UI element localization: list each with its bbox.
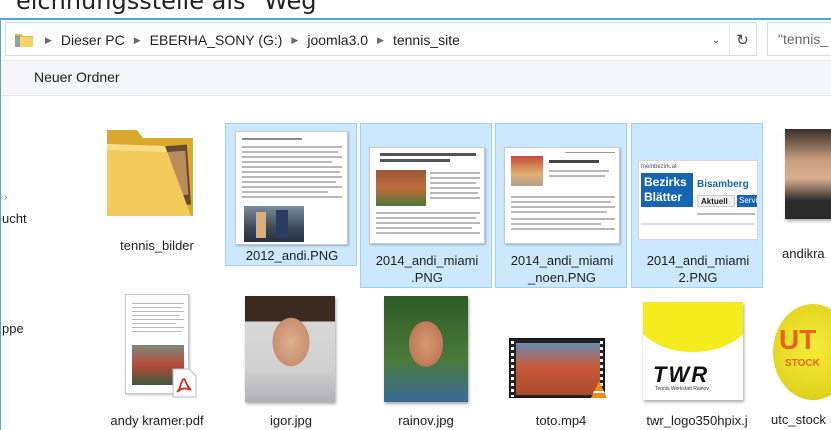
bezirksblaetter-thumbnail: meinbezirk.at Bezirks Blätter Bisamberg … xyxy=(638,160,758,240)
file-item-twr-logo[interactable]: TWR Tennis Werkstatt Rainov twr_logo350h… xyxy=(631,284,763,430)
file-item-rainov-jpg[interactable]: rainov.jpg xyxy=(360,284,492,430)
logo-text-twr-sub: Tennis Werkstatt Rainov xyxy=(655,386,709,392)
logo-thumbnail: TWR Tennis Werkstatt Rainov xyxy=(643,302,743,400)
explorer-window: ▶ Dieser PC ▶ EBERHA_SONY (G:) ▶ joomla3… xyxy=(0,18,831,430)
file-item-utc-stock[interactable]: UT STOCK utc_stock ( xyxy=(765,284,831,430)
file-name-line-1: twr_logo350hpix.j xyxy=(646,413,748,428)
file-item-toto-mp4[interactable]: toto.mp4 xyxy=(495,284,627,430)
logo-text-stock: STOCK xyxy=(785,358,820,369)
file-list: tennis_bilder 2012_andi.PNG 2014_andi_mi… xyxy=(71,96,831,430)
photo-thumbnail xyxy=(384,296,468,402)
logo-box: Bezirks Blätter xyxy=(641,173,693,207)
file-name: rainov.jpg xyxy=(398,413,454,428)
file-item-2014-andi-miami[interactable]: 2014_andi_miami .PNG xyxy=(360,123,492,288)
file-name: andikra xyxy=(782,246,825,261)
nav-item-gruppe[interactable]: ppe xyxy=(2,321,24,336)
file-name: toto.mp4 xyxy=(535,413,587,428)
photo-thumbnail xyxy=(245,296,335,402)
address-row: ▶ Dieser PC ▶ EBERHA_SONY (G:) ▶ joomla3… xyxy=(1,20,831,60)
search-input[interactable]: "tennis_ xyxy=(767,22,831,56)
vlc-cone-icon xyxy=(591,381,607,398)
navigation-pane: › ucht ppe xyxy=(1,96,71,430)
top-caption-crop: eichnungsstelle als "Weg" xyxy=(0,0,831,18)
command-bar: Neuer Ordner xyxy=(1,60,831,96)
file-name: 2012_andi.PNG xyxy=(245,248,339,263)
thumb-tab-service: Service xyxy=(737,195,758,207)
breadcrumb-separator-icon[interactable]: ▶ xyxy=(45,35,52,46)
logo-text-bezirks: Bezirks xyxy=(644,175,687,189)
file-name-line-1: 2014_andi_miami xyxy=(375,253,479,268)
breadcrumb-tennis-site[interactable]: tennis_site xyxy=(393,32,460,48)
file-item-2014-andi-miami-noen[interactable]: 2014_andi_miami _noen.PNG xyxy=(495,123,627,288)
breadcrumb-joomla[interactable]: joomla3.0 xyxy=(307,32,368,48)
logo-thumbnail: UT STOCK xyxy=(773,304,831,400)
address-bar[interactable]: ▶ Dieser PC ▶ EBERHA_SONY (G:) ▶ joomla3… xyxy=(5,22,757,57)
logo-text-ut: UT xyxy=(779,324,817,355)
thumb-text: meinbezirk.at xyxy=(641,164,677,170)
folder-icon xyxy=(107,130,193,216)
nav-item-suche[interactable]: ucht xyxy=(2,211,27,226)
file-name-line-1: 2014_andi_miami xyxy=(510,253,614,268)
thumb-text-bisamberg: Bisamberg xyxy=(697,179,749,190)
file-name: andy kramer.pdf xyxy=(110,413,204,428)
logo-text-twr: TWR xyxy=(653,362,710,387)
pdf-icon xyxy=(172,368,197,398)
file-item-andikramer[interactable]: andikra xyxy=(765,114,831,264)
breadcrumb-separator-icon[interactable]: ▶ xyxy=(377,35,384,46)
breadcrumb-dieser-pc[interactable]: Dieser PC xyxy=(61,32,125,48)
file-name-line-1: utc_stock xyxy=(771,412,826,427)
expand-chevron-icon[interactable]: › xyxy=(4,192,7,203)
logo-text-blaetter: Blätter xyxy=(644,190,683,204)
file-item-andy-kramer-pdf[interactable]: andy kramer.pdf xyxy=(91,284,223,430)
file-name: tennis_bilder xyxy=(120,238,194,253)
document-thumbnail xyxy=(369,147,485,244)
breadcrumb-separator-icon[interactable]: ▶ xyxy=(134,35,141,46)
file-item-2014-andi-miami2[interactable]: meinbezirk.at Bezirks Blätter Bisamberg … xyxy=(631,123,763,288)
top-caption-text: eichnungsstelle als "Weg" xyxy=(16,0,328,15)
new-folder-button[interactable]: Neuer Ordner xyxy=(34,69,120,85)
breadcrumb-drive[interactable]: EBERHA_SONY (G:) xyxy=(150,32,283,48)
document-thumbnail xyxy=(504,147,620,244)
file-item-igor-jpg[interactable]: igor.jpg xyxy=(225,284,357,430)
thumb-tab-aktuell: Aktuell xyxy=(697,195,735,207)
file-name: igor.jpg xyxy=(270,413,312,428)
folder-icon xyxy=(15,34,33,47)
file-name-line-1: 2014_andi_miami xyxy=(646,253,750,268)
file-item-tennis-bilder[interactable]: tennis_bilder xyxy=(91,114,223,264)
photo-thumbnail xyxy=(785,129,831,219)
breadcrumb-separator-icon[interactable]: ▶ xyxy=(291,35,298,46)
document-thumbnail xyxy=(235,131,348,245)
chevron-down-icon[interactable]: ⌄ xyxy=(706,23,726,57)
refresh-icon[interactable]: ↻ xyxy=(729,23,755,57)
file-item-2012-andi[interactable]: 2012_andi.PNG xyxy=(225,123,357,266)
breadcrumb: ▶ Dieser PC ▶ EBERHA_SONY (G:) ▶ joomla3… xyxy=(36,23,460,57)
